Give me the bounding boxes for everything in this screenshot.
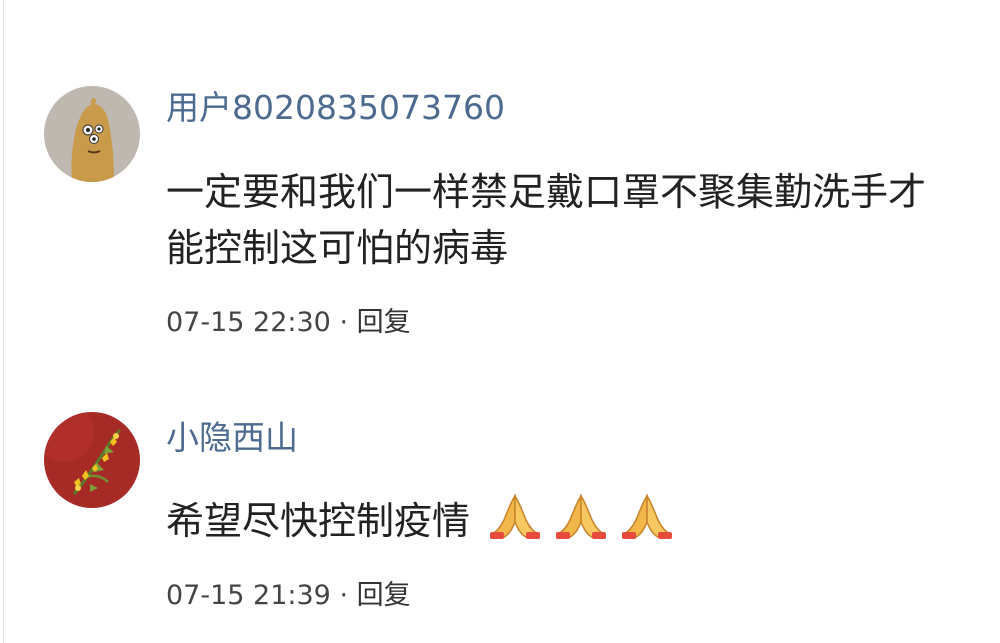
flower-photo-avatar-icon — [44, 412, 140, 508]
praying-hands-icon — [554, 490, 608, 540]
comment-item: 用户8020835073760 一定要和我们一样禁足戴口罩不聚集勤洗手才能控制这… — [0, 0, 1000, 380]
comment-text-body: 希望尽快控制疫情 — [166, 499, 471, 543]
comment-username[interactable]: 用户8020835073760 — [166, 86, 505, 130]
cartoon-character-avatar-icon — [44, 86, 140, 182]
comment-username[interactable]: 小隐西山 — [166, 416, 298, 460]
comment-timestamp: 07-15 22:30 — [166, 307, 331, 338]
comment-item: 小隐西山 希望尽快控制疫情 07-15 21:39 · 回复 — [0, 380, 1000, 643]
reply-button[interactable]: 回复 — [357, 307, 411, 338]
meta-separator: · — [330, 580, 357, 611]
comment-meta: 07-15 21:39 · 回复 — [166, 578, 411, 614]
comment-timestamp: 07-15 21:39 — [166, 580, 331, 611]
comment-meta: 07-15 22:30 · 回复 — [166, 305, 411, 341]
praying-hands-icon — [620, 490, 674, 540]
emoji-group — [488, 490, 686, 555]
comment-text: 一定要和我们一样禁足戴口罩不聚集勤洗手才能控制这可怕的病毒 — [166, 170, 927, 270]
user-avatar[interactable] — [44, 86, 140, 182]
reply-button[interactable]: 回复 — [357, 580, 411, 611]
meta-separator: · — [330, 307, 357, 338]
user-avatar[interactable] — [44, 412, 140, 508]
comment-text: 希望尽快控制疫情 — [166, 490, 956, 555]
praying-hands-icon — [488, 490, 542, 540]
